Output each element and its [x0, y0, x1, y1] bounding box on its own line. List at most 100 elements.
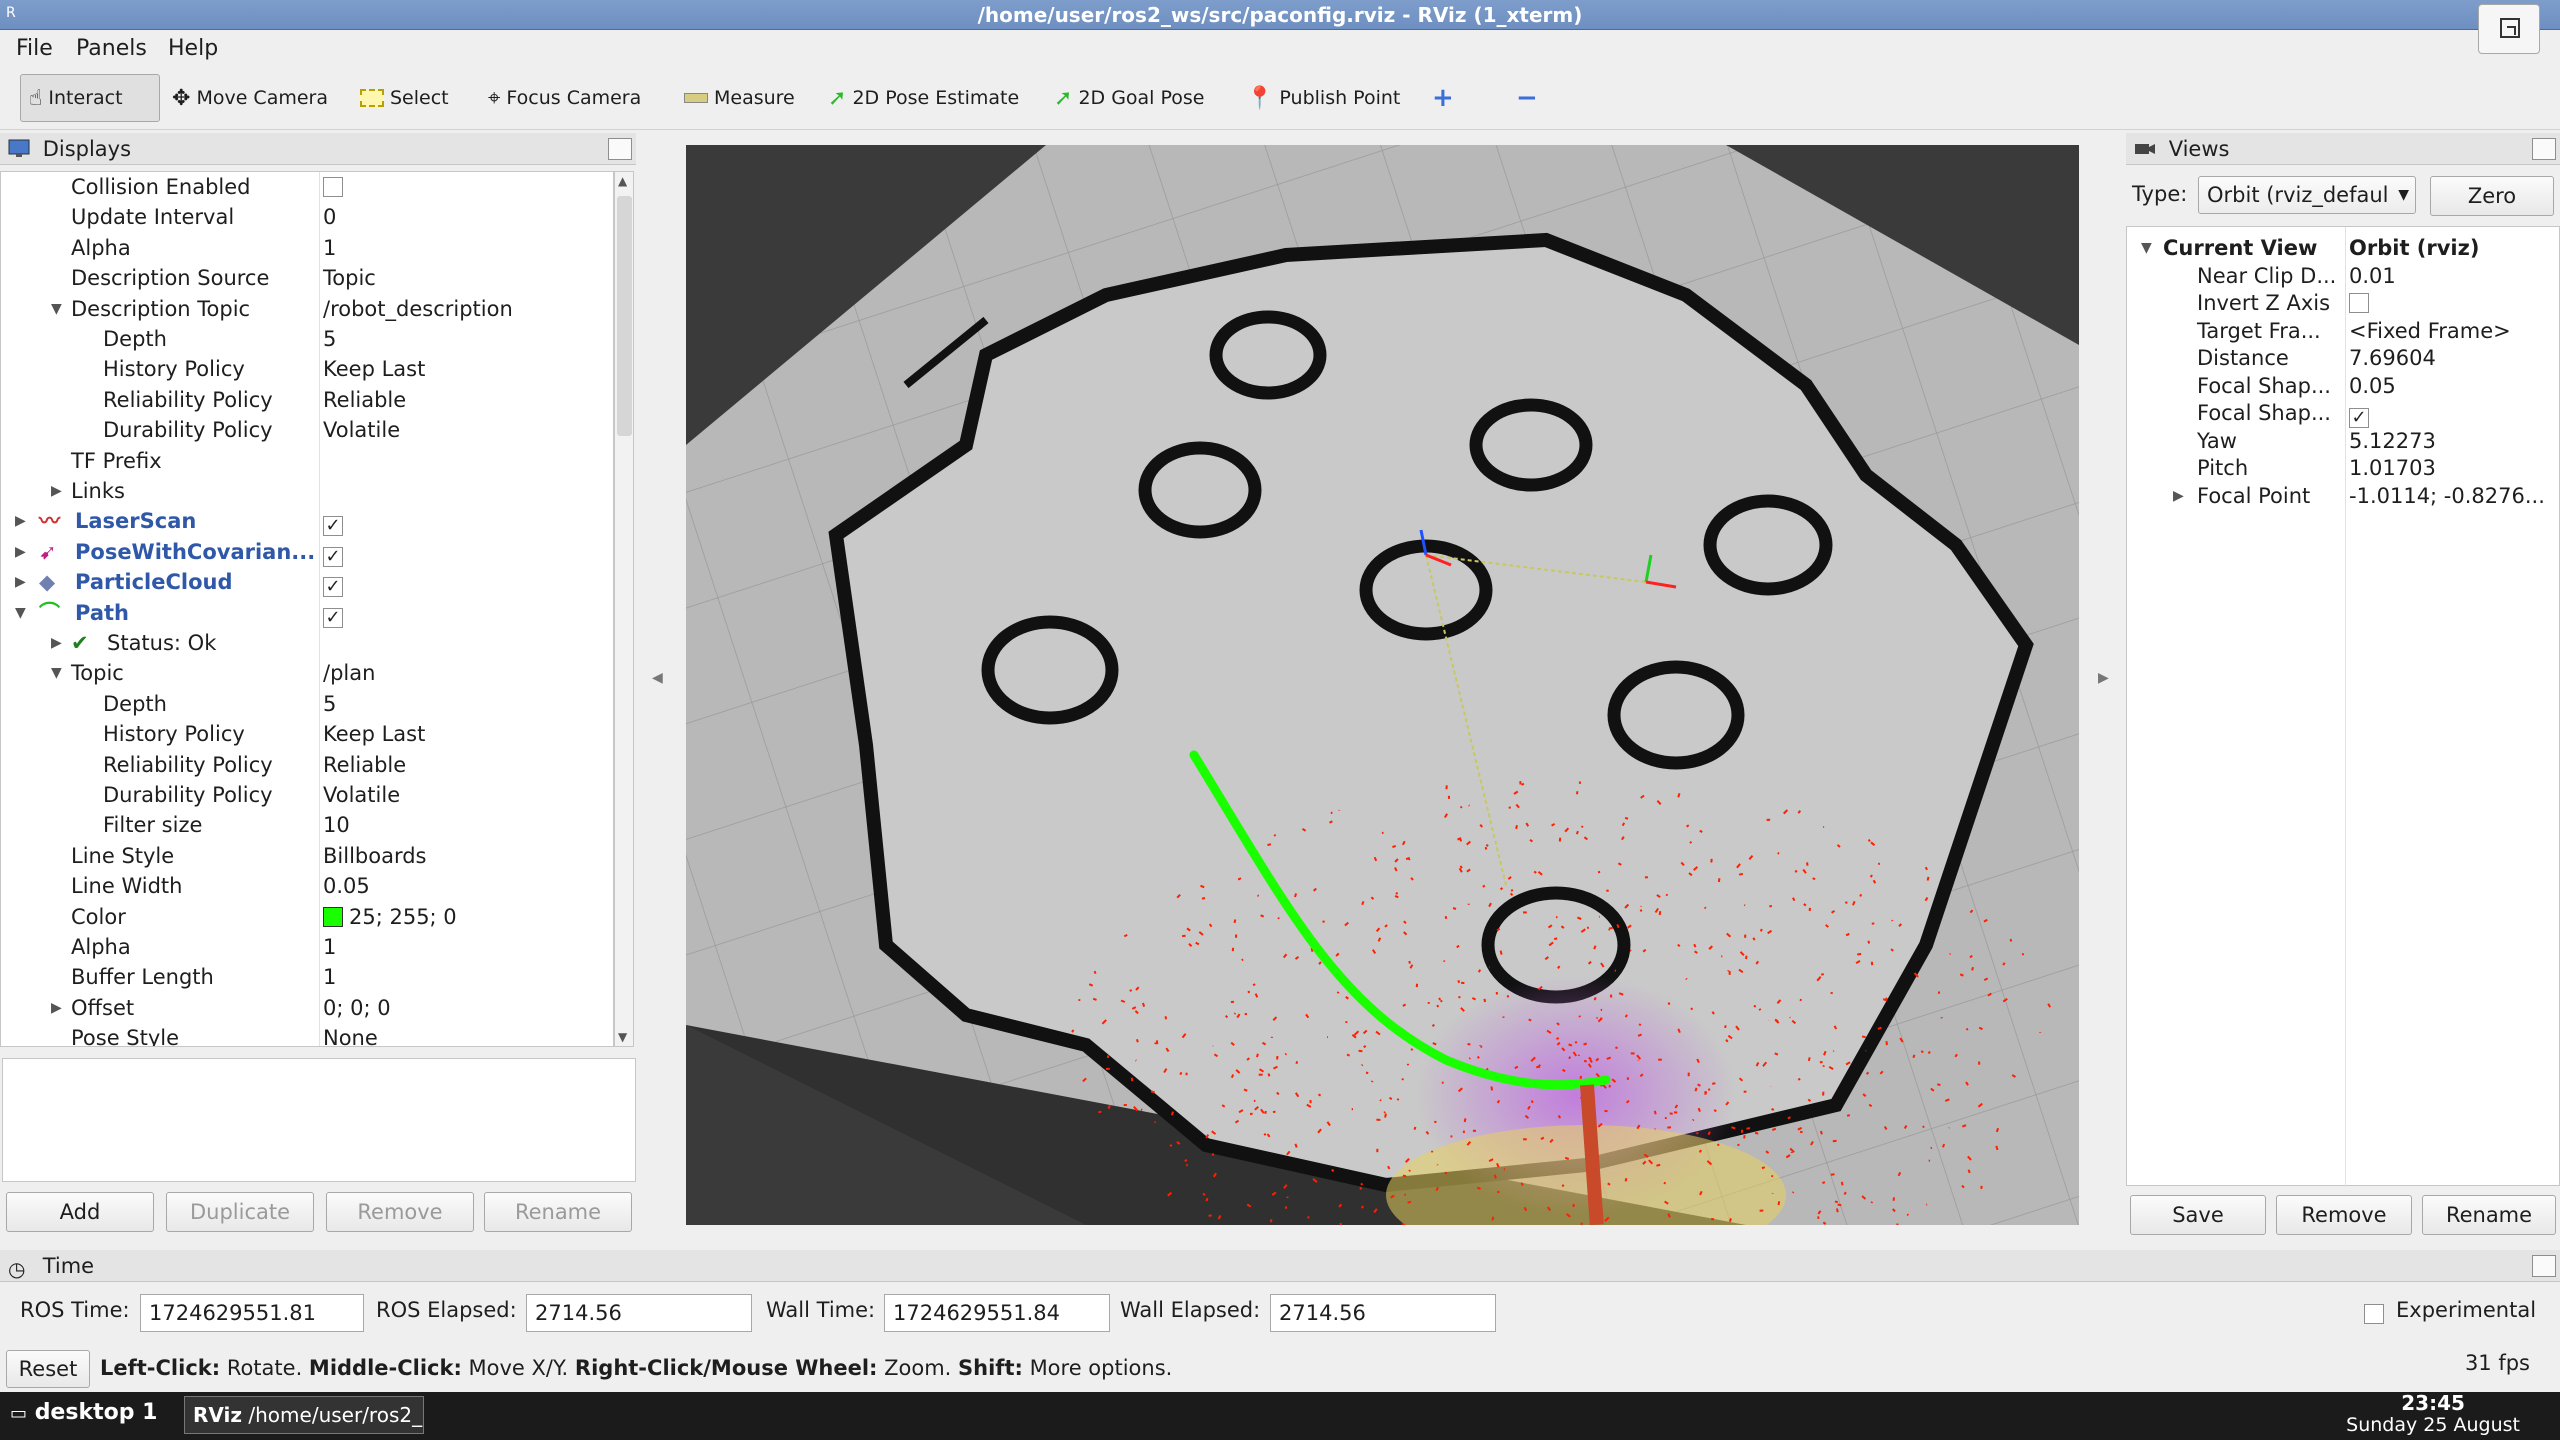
property-value[interactable]: 0; 0; 0 — [323, 993, 391, 1023]
enable-checkbox[interactable]: ✓ — [323, 546, 343, 567]
display-property-row[interactable]: Alpha 1 — [1, 932, 613, 962]
display-property-row[interactable]: Line Style Billboards — [1, 841, 613, 871]
expand-arrow-open-icon[interactable]: ▼ — [51, 294, 62, 324]
taskbar-rviz-task[interactable]: RViz /home/user/ros2_... — [184, 1396, 424, 1434]
property-value[interactable]: ✓ — [323, 506, 343, 537]
remove-tool-minus-icon[interactable]: − — [1508, 74, 1546, 122]
property-value[interactable] — [323, 172, 343, 202]
restore-window-button[interactable] — [2478, 4, 2540, 54]
view-property-value[interactable]: 0.01 — [2349, 263, 2396, 290]
ros-elapsed-field[interactable]: 2714.56 — [526, 1294, 752, 1332]
experimental-checkbox[interactable] — [2364, 1304, 2384, 1324]
expand-arrow-closed-icon[interactable]: ▶ — [15, 506, 26, 536]
expand-arrow-closed-icon[interactable]: ▶ — [51, 993, 62, 1023]
view-checkbox[interactable]: ✓ — [2349, 408, 2369, 428]
display-property-row[interactable]: Depth 5 — [1, 689, 613, 719]
wall-elapsed-field[interactable]: 2714.56 — [1270, 1294, 1496, 1332]
display-property-row[interactable]: History Policy Keep Last — [1, 719, 613, 749]
property-value[interactable]: Billboards — [323, 841, 427, 871]
interact-tool-button[interactable]: ☝ Interact — [20, 74, 160, 122]
property-value[interactable]: ✓ — [323, 537, 343, 567]
expand-arrow-open-icon[interactable]: ▼ — [15, 598, 26, 628]
view-property-row[interactable]: Distance 7.69604 — [2127, 345, 2560, 373]
desktop-switcher[interactable]: ▭ desktop 1 — [10, 1400, 157, 1425]
property-value[interactable]: 0.05 — [323, 871, 370, 901]
display-property-row[interactable]: ▶ ➹ PoseWithCovarian... ✓ — [1, 537, 613, 567]
expand-arrow-closed-icon[interactable]: ▶ — [15, 537, 26, 567]
expand-arrow-open-icon[interactable]: ▼ — [51, 658, 62, 688]
view-property-row[interactable]: Yaw 5.12273 — [2127, 428, 2560, 456]
displays-panel-float-button[interactable] — [608, 138, 632, 160]
display-property-row[interactable]: Durability Policy Volatile — [1, 415, 613, 445]
property-value[interactable]: Volatile — [323, 415, 400, 445]
duplicate-display-button[interactable]: Duplicate — [166, 1192, 314, 1232]
display-property-row[interactable]: Collision Enabled — [1, 172, 613, 202]
display-property-row[interactable]: ▶ Offset 0; 0; 0 — [1, 993, 613, 1023]
display-property-row[interactable]: Reliability Policy Reliable — [1, 750, 613, 780]
view-property-value[interactable]: Orbit (rviz) — [2349, 235, 2479, 262]
display-property-row[interactable]: Color 25; 255; 0 — [1, 902, 613, 932]
scroll-thumb[interactable] — [617, 196, 632, 436]
display-property-row[interactable]: ▶ ✔ Status: Ok — [1, 628, 613, 658]
menu-help[interactable]: Help — [164, 34, 222, 63]
expand-arrow-closed-icon[interactable]: ▶ — [2173, 483, 2184, 510]
displays-scrollbar[interactable]: ▲ ▼ — [614, 171, 634, 1047]
3d-render-viewport[interactable] — [686, 145, 2079, 1225]
display-property-row[interactable]: Alpha 1 — [1, 233, 613, 263]
display-property-row[interactable]: Durability Policy Volatile — [1, 780, 613, 810]
scroll-down-icon[interactable]: ▼ — [618, 1030, 627, 1044]
add-display-button[interactable]: Add — [6, 1192, 154, 1232]
enable-checkbox[interactable]: ✓ — [323, 516, 343, 537]
view-property-row[interactable]: Target Fra... <Fixed Frame> — [2127, 318, 2560, 346]
display-property-row[interactable]: ▼ Description Topic/robot_description — [1, 294, 613, 324]
expand-arrow-open-icon[interactable]: ▼ — [2141, 235, 2152, 262]
display-property-row[interactable]: ▶ ◆ ParticleCloud ✓ — [1, 567, 613, 598]
move-camera-tool-button[interactable]: ✥ Move Camera — [164, 74, 336, 122]
property-value[interactable]: 10 — [323, 810, 350, 840]
property-value[interactable]: Keep Last — [323, 354, 425, 384]
publish-point-tool-button[interactable]: 📍 Publish Point — [1238, 74, 1408, 122]
enable-checkbox[interactable]: ✓ — [323, 607, 343, 628]
view-property-value[interactable]: 5.12273 — [2349, 428, 2436, 455]
reset-button[interactable]: Reset — [6, 1350, 90, 1388]
add-tool-plus-icon[interactable]: + — [1424, 74, 1462, 122]
select-tool-button[interactable]: Select — [352, 74, 457, 122]
expand-arrow-closed-icon[interactable]: ▶ — [51, 476, 62, 506]
display-property-row[interactable]: ▶ 〰 LaserScan ✓ — [1, 506, 613, 537]
expand-arrow-closed-icon[interactable]: ▶ — [15, 567, 26, 597]
view-property-value[interactable]: <Fixed Frame> — [2349, 318, 2511, 345]
property-value[interactable]: 1 — [323, 233, 336, 263]
display-property-row[interactable]: ▼ Topic/plan — [1, 658, 613, 688]
menu-panels[interactable]: Panels — [72, 34, 151, 63]
property-value[interactable]: 1 — [323, 962, 336, 992]
property-value[interactable]: 5 — [323, 689, 336, 719]
save-view-button[interactable]: Save — [2130, 1195, 2266, 1235]
property-value[interactable]: Reliable — [323, 385, 406, 415]
display-property-row[interactable]: Pose Style None — [1, 1023, 613, 1046]
property-value[interactable]: Keep Last — [323, 719, 425, 749]
scroll-up-icon[interactable]: ▲ — [618, 174, 627, 188]
display-property-row[interactable]: Update Interval 0 — [1, 202, 613, 232]
view-property-row[interactable]: Focal Shap... 0.05 — [2127, 373, 2560, 401]
rename-display-button[interactable]: Rename — [484, 1192, 632, 1232]
property-value[interactable]: Volatile — [323, 780, 400, 810]
display-property-row[interactable]: TF Prefix — [1, 446, 613, 476]
display-property-row[interactable]: Buffer Length 1 — [1, 962, 613, 992]
view-property-value[interactable]: 1.01703 — [2349, 455, 2436, 482]
focus-camera-tool-button[interactable]: ⌖ Focus Camera — [480, 74, 649, 122]
property-value[interactable]: 0 — [323, 202, 336, 232]
2d-pose-estimate-tool-button[interactable]: ➚ 2D Pose Estimate — [820, 74, 1027, 122]
expand-arrow-closed-icon[interactable]: ▶ — [51, 628, 62, 658]
property-value[interactable]: 5 — [323, 324, 336, 354]
view-property-value[interactable]: 0.05 — [2349, 373, 2396, 400]
zero-view-button[interactable]: Zero — [2430, 176, 2554, 216]
view-type-select[interactable]: Orbit (rviz_defaul ▼ — [2198, 176, 2416, 214]
display-property-row[interactable]: History Policy Keep Last — [1, 354, 613, 384]
view-property-value[interactable] — [2349, 290, 2369, 317]
time-panel-float-button[interactable] — [2532, 1255, 2556, 1277]
remove-view-button[interactable]: Remove — [2276, 1195, 2412, 1235]
remove-display-button[interactable]: Remove — [326, 1192, 474, 1232]
view-property-row[interactable]: Near Clip D... 0.01 — [2127, 263, 2560, 291]
right-splitter-handle[interactable]: ▶ — [2098, 670, 2109, 686]
color-swatch[interactable] — [323, 906, 343, 927]
